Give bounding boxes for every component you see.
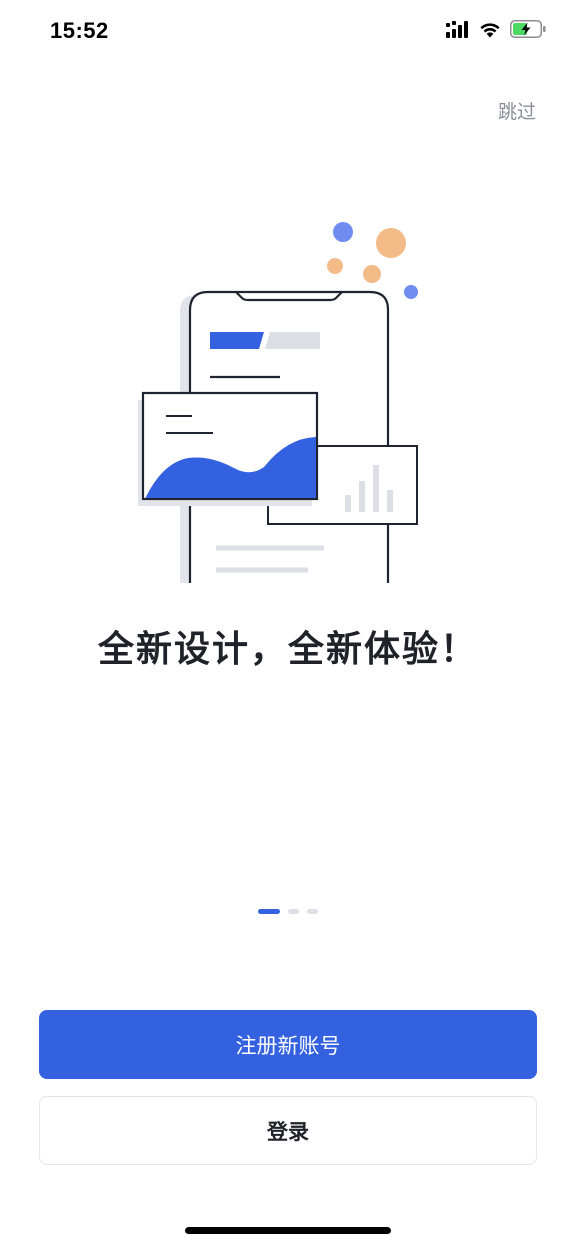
bar-4: [387, 490, 393, 512]
onboarding-headline: 全新设计，全新体验！: [97, 629, 478, 670]
decor-circle-orange-medium: [363, 265, 381, 283]
cellular-signal-icon: [446, 20, 470, 38]
skip-button[interactable]: 跳过: [498, 97, 536, 124]
battery-charging-icon: [510, 20, 546, 38]
page-dot-active: [258, 909, 280, 914]
bar-1: [345, 495, 351, 512]
decor-circle-orange-small: [327, 258, 343, 274]
status-icons: [446, 20, 546, 38]
onboarding-illustration: [130, 215, 430, 590]
decor-circle-blue-small: [404, 285, 418, 299]
phone-tab-active: [210, 332, 264, 349]
page-indicator: [0, 909, 576, 914]
phone-tab-inactive: [265, 332, 320, 349]
bar-2: [359, 481, 365, 512]
decor-circle-orange-large: [376, 228, 406, 258]
status-time: 15:52: [50, 18, 109, 43]
login-button[interactable]: 登录: [39, 1096, 537, 1165]
status-bar: 15:52: [0, 0, 576, 64]
page-dot: [288, 909, 299, 914]
decor-circle-blue-large: [333, 222, 353, 242]
home-indicator[interactable]: [185, 1227, 391, 1234]
bar-3: [373, 465, 379, 512]
page-dot: [307, 909, 318, 914]
wifi-icon: [479, 21, 501, 38]
phone-with-charts-illustration: [138, 222, 418, 583]
register-button[interactable]: 注册新账号: [39, 1010, 537, 1079]
